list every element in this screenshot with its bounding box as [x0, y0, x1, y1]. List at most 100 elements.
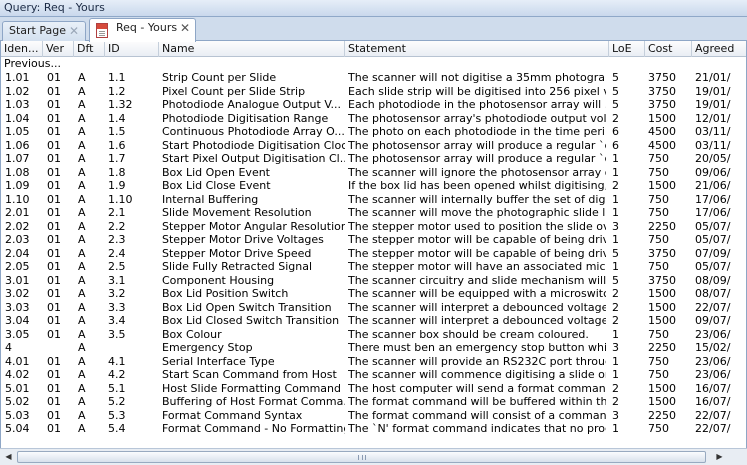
col-header-id[interactable]: ID: [105, 41, 159, 57]
cell-loe: 2: [612, 395, 619, 408]
cell-agreed: 15/02/: [695, 341, 731, 354]
cell-agreed: 05/07/: [695, 260, 731, 273]
table-row[interactable]: 2.04 01 A 2.4 Stepper Motor Drive Speed The s…: [1, 246, 746, 261]
cell-version: 01: [47, 98, 61, 111]
cell-agreed: 16/07/: [695, 395, 731, 408]
cell-id: 5.1: [108, 381, 126, 395]
cell-identifier: 3.04: [5, 314, 30, 327]
cell-version: 01: [47, 219, 61, 233]
table-row[interactable]: 5.01 01 A 5.1 Host Slide Formatting Command T…: [1, 381, 746, 396]
table-row[interactable]: 4.01 01 A 4.1 Serial Interface Type The scann…: [1, 354, 746, 369]
col-header-statement[interactable]: Statement: [345, 41, 609, 57]
cell-version: 01: [47, 165, 61, 179]
table-row[interactable]: 1.06 01 A 1.6 Start Photodiode Digitisation …: [1, 138, 746, 153]
cell-agreed: 12/01/: [695, 111, 731, 125]
table-row[interactable]: 1.08 01 A 1.8 Box Lid Open Event The scanner …: [1, 165, 746, 180]
table-row[interactable]: 2.05 01 A 2.5 Slide Fully Retracted Signal Th…: [1, 260, 746, 274]
col-header-draft[interactable]: Dft: [74, 41, 105, 57]
col-header-loe[interactable]: LoE: [609, 41, 645, 57]
cell-name: Box Colour: [162, 327, 222, 341]
cell-agreed: 03/11/: [695, 125, 731, 138]
table-row[interactable]: 1.07 01 A 1.7 Start Pixel Output Digitisatio…: [1, 152, 746, 166]
col-header-cost[interactable]: Cost: [645, 41, 692, 57]
cell-agreed: 19/01/: [695, 98, 731, 111]
cell-loe: 1: [612, 354, 619, 368]
table-row[interactable]: 3.04 01 A 3.4 Box Lid Closed Switch Transiti…: [1, 314, 746, 328]
table-row[interactable]: 4 A Emergency Stop There must ben an emerge…: [1, 341, 746, 355]
cell-draft: A: [78, 260, 86, 273]
cell-loe: 3: [612, 408, 619, 422]
cell-cost: 3750: [648, 273, 676, 287]
table-row[interactable]: 3.03 01 A 3.3 Box Lid Open Switch Transition…: [1, 300, 746, 315]
cell-id: 1.7: [108, 152, 126, 165]
cell-id: 2.2: [108, 219, 126, 233]
cell-agreed: 03/11/: [695, 138, 731, 152]
group-row-previous[interactable]: Previous...: [1, 57, 746, 71]
table-row[interactable]: 1.01 01 A 1.1 Strip Count per Slide The scann…: [1, 71, 746, 85]
cell-draft: A: [78, 98, 86, 111]
scroll-right-arrow-icon[interactable]: ▶: [712, 450, 727, 464]
cell-agreed: 20/05/: [695, 152, 731, 165]
table-row[interactable]: 5.03 01 A 5.3 Format Command Syntax The forma…: [1, 408, 746, 423]
cell-agreed: 17/06/: [695, 192, 731, 206]
table-row[interactable]: 3.05 01 A 3.5 Box Colour The scanner box shou…: [1, 327, 746, 342]
cell-loe: 2: [612, 381, 619, 395]
tab-req-yours-label: Req - Yours: [116, 21, 178, 34]
table-row[interactable]: 1.05 01 A 1.5 Continuous Photodiode Array O.…: [1, 125, 746, 139]
cell-version: 01: [47, 422, 61, 435]
cell-agreed: 21/01/: [695, 71, 731, 84]
cell-loe: 2: [612, 300, 619, 314]
cell-identifier: 4: [5, 341, 12, 354]
table-row[interactable]: 1.02 01 A 1.2 Pixel Count per Slide Strip Eac…: [1, 84, 746, 99]
cell-identifier: 1.02: [5, 84, 30, 98]
table-row[interactable]: 2.02 01 A 2.2 Stepper Motor Angular Resoluti…: [1, 219, 746, 234]
cell-cost: 4500: [648, 138, 676, 152]
cell-name: Continuous Photodiode Array O...: [162, 125, 345, 138]
cell-name: Box Lid Closed Switch Transition: [162, 314, 340, 327]
table-row[interactable]: 1.09 01 A 1.9 Box Lid Close Event If the box …: [1, 179, 746, 193]
cell-identifier: 3.01: [5, 273, 30, 287]
table-row[interactable]: 3.01 01 A 3.1 Component Housing The scanner c…: [1, 273, 746, 288]
col-header-agreed[interactable]: Agreed: [692, 41, 746, 57]
cell-identifier: 2.02: [5, 219, 30, 233]
cell-agreed: 08/09/: [695, 273, 731, 287]
query-title-bar: Query: Req - Yours: [0, 0, 747, 17]
cell-name: Pixel Count per Slide Strip: [162, 84, 306, 98]
cell-name: Serial Interface Type: [162, 354, 275, 368]
table-row[interactable]: 2.03 01 A 2.3 Stepper Motor Drive Voltages Th…: [1, 233, 746, 247]
cell-name: Stepper Motor Drive Voltages: [162, 233, 324, 246]
grid-rows: Previous... 1.01 01 A 1.1 Strip Count per Sl…: [1, 57, 746, 436]
table-row[interactable]: 1.04 01 A 1.4 Photodiode Digitisation Range T…: [1, 111, 746, 126]
cell-version: 01: [47, 179, 61, 192]
col-header-version[interactable]: Ver: [43, 41, 74, 57]
table-row[interactable]: 4.02 01 A 4.2 Start Scan Command from Host Th…: [1, 368, 746, 382]
table-row[interactable]: 1.03 01 A 1.32 Photodiode Analogue Output V.…: [1, 98, 746, 112]
table-row[interactable]: 3.02 01 A 3.2 Box Lid Position Switch The sca…: [1, 287, 746, 301]
scroll-left-arrow-icon[interactable]: ◀: [1, 450, 16, 464]
tab-req-yours-close-icon[interactable]: ✕: [180, 19, 190, 37]
cell-statement: The scanner will internally buffer the s…: [348, 192, 606, 206]
cell-draft: A: [78, 368, 86, 381]
cell-identifier: 5.01: [5, 381, 30, 395]
table-row[interactable]: 2.01 01 A 2.1 Slide Movement Resolution The s…: [1, 206, 746, 220]
cell-loe: 2: [612, 179, 619, 192]
cell-id: 1.8: [108, 165, 126, 179]
col-header-name[interactable]: Name: [159, 41, 345, 57]
col-header-identifier[interactable]: Iden...: [1, 41, 43, 57]
cell-loe: 3: [612, 341, 619, 354]
cell-agreed: 07/09/: [695, 246, 731, 260]
table-row[interactable]: 1.10 01 A 1.10 Internal Buffering The scanner…: [1, 192, 746, 207]
cell-cost: 4500: [648, 125, 676, 138]
cell-name: Stepper Motor Drive Speed: [162, 246, 312, 260]
tab-start-page[interactable]: Start Page ✕: [2, 21, 86, 41]
cell-cost: 2250: [648, 408, 676, 422]
horizontal-scrollbar[interactable]: ◀ ▶: [0, 448, 747, 465]
tab-req-yours[interactable]: Req - Yours ✕: [89, 18, 196, 42]
cell-version: 01: [47, 408, 61, 422]
scrollbar-thumb[interactable]: [17, 451, 706, 463]
cell-loe: 6: [612, 125, 619, 138]
thumb-grip: [358, 455, 366, 460]
table-row[interactable]: 5.02 01 A 5.2 Buffering of Host Format Comma…: [1, 395, 746, 409]
table-row[interactable]: 5.04 01 A 5.4 Format Command - No Formatting…: [1, 422, 746, 436]
tab-start-page-close-icon[interactable]: ✕: [69, 22, 79, 40]
